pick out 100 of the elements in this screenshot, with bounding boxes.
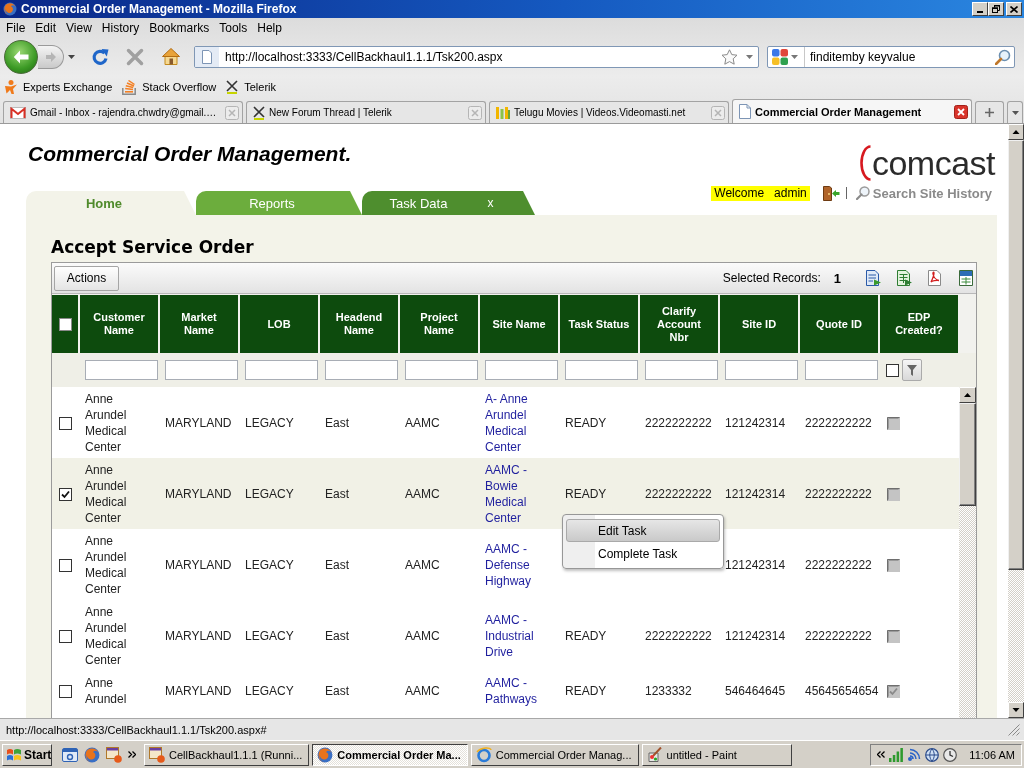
taskbar-button[interactable]: Commercial Order Manag... [470,743,639,766]
cross-icon [253,105,265,120]
checkbox[interactable] [58,629,72,643]
site-link[interactable]: AAMC - Industrial Drive [485,612,555,660]
browser-tab[interactable]: New Forum Thread | Telerik [246,101,486,123]
color-squares-icon[interactable] [772,48,788,65]
resize-grip-icon[interactable] [1008,723,1020,736]
menu-item[interactable]: Help [252,20,287,36]
column-header[interactable]: Customer Name [80,295,158,353]
column-header[interactable]: Site Name [480,295,558,353]
input-field[interactable] [485,360,558,380]
search-field[interactable]: finditemby keyvalue [767,45,1015,68]
spreadsheet-arrow-icon[interactable] [896,270,912,286]
menu-item[interactable]: Edit Task [566,519,720,542]
minimize-button[interactable] [972,2,988,16]
window-badge-icon[interactable] [106,746,122,763]
door-arrow-icon[interactable] [822,185,840,201]
input-field[interactable] [85,360,158,380]
search-icon[interactable] [995,48,1011,65]
restore-button[interactable] [988,2,1004,16]
column-header[interactable]: Site ID [720,295,798,353]
actions-button[interactable]: Actions [54,265,119,291]
column-header[interactable]: Market Name [160,295,238,353]
close-button[interactable] [1006,2,1022,16]
tab[interactable]: Task Data x [362,191,535,215]
new-tab-button[interactable] [975,101,1004,123]
column-header[interactable]: Quote ID [800,295,878,353]
scroll-up-button[interactable] [959,387,976,403]
input-field[interactable] [725,360,798,380]
menu-item[interactable]: Bookmarks [144,20,215,36]
bookmark[interactable]: Experts Exchange [5,80,113,94]
column-header[interactable]: LOB [240,295,318,353]
window-icon[interactable] [62,746,78,763]
menu-item[interactable]: Tools [214,20,253,36]
menu-item[interactable]: History [96,20,145,36]
site-link[interactable]: AAMC - Pathways [485,675,555,707]
column-header[interactable]: Task Status [560,295,638,353]
bookmark[interactable]: Telerik [226,80,277,94]
scrollbar-thumb[interactable] [959,403,976,506]
menu-item[interactable]: File [1,20,31,36]
double-chevron-icon[interactable] [128,751,136,758]
wireless-icon[interactable] [907,747,922,762]
document-swirl-icon[interactable] [927,270,943,286]
menu-item[interactable]: Complete Task [566,542,720,565]
scroll-up-button[interactable] [1008,124,1024,140]
taskbar-button[interactable]: untitled - Paint [641,743,792,766]
tab-close[interactable]: x [487,196,494,210]
star-icon[interactable] [721,48,738,65]
back-button[interactable] [4,39,38,74]
checkbox[interactable] [58,317,72,331]
site-link[interactable]: AAMC - Bowie Medical Center [485,462,555,526]
input-field[interactable] [645,360,718,380]
checkbox[interactable] [886,363,899,377]
site-link[interactable]: AAMC - Defense Highway [485,541,555,589]
column-header[interactable]: Clarify Account Nbr [640,295,718,353]
address-field[interactable]: http://localhost:3333/CellBackhaul1.1.1/Tsk200.aspx [194,45,759,68]
bookmark[interactable]: Stack Overflow [122,79,217,95]
checkbox[interactable] [58,558,72,572]
menu-item[interactable]: Edit [30,20,62,36]
double-chevron-icon[interactable] [877,751,886,758]
start-button[interactable]: Start [2,743,52,766]
input-field[interactable] [325,360,398,380]
taskbar-button[interactable]: Commercial Order Ma... [312,743,468,766]
taskbar-button[interactable]: CellBackhaul1.1.1 (Runni... [144,743,310,766]
column-header[interactable]: Headend Name [320,295,398,353]
caret-icon[interactable] [68,54,75,59]
input-field[interactable] [405,360,478,380]
column-header[interactable]: Project Name [400,295,478,353]
checkbox[interactable] [58,416,72,430]
menu-item[interactable]: View [61,20,97,36]
column-header[interactable]: EDP Created? [880,295,958,353]
browser-tab[interactable]: Commercial Order Management [732,99,972,123]
input-field[interactable] [165,360,238,380]
tab[interactable]: Home [26,191,196,215]
scroll-down-button[interactable] [1008,702,1024,718]
reload-icon[interactable] [91,47,109,66]
search-link[interactable]: Search Site History [872,185,992,201]
flag-icon [6,747,22,762]
checkbox[interactable] [58,487,72,501]
cell-text: MARYLAND [165,486,232,502]
caret-icon[interactable] [791,54,798,59]
site-link[interactable]: A- Anne Arundel Medical Center [485,391,555,455]
caret-icon[interactable] [746,54,753,59]
close-icon[interactable] [954,104,968,119]
home-icon[interactable] [162,48,180,65]
input-field[interactable] [245,360,318,380]
clock-icon[interactable] [943,747,958,762]
checkbox[interactable] [58,684,72,698]
document-arrow-icon[interactable] [865,270,881,286]
tab-list-button[interactable] [1007,101,1023,123]
input-field[interactable] [565,360,638,380]
globe-icon[interactable] [84,746,100,763]
globe-icon[interactable] [925,747,940,762]
scrollbar-track[interactable] [959,387,976,718]
filter-button[interactable] [902,359,922,381]
input-field[interactable] [805,360,878,380]
browser-tab[interactable]: Telugu Movies | Videos.Videomasti.net [489,101,729,123]
scrollbar-thumb[interactable] [1008,140,1024,570]
browser-tab[interactable]: Gmail - Inbox - rajendra.chwdry@gmail.… [3,101,243,123]
table-document-icon[interactable] [958,270,974,286]
